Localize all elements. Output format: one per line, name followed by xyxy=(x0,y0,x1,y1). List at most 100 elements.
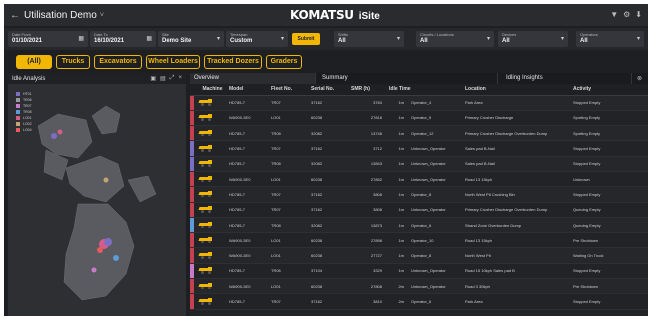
smr-cell: 13873 xyxy=(348,217,386,234)
chevron-down-icon[interactable]: ˅ xyxy=(100,12,104,19)
fleet-cell: TR08 xyxy=(268,125,308,142)
idle-marker[interactable] xyxy=(97,247,103,253)
idle-marker[interactable] xyxy=(57,129,63,135)
model-cell: WA900-3E0 xyxy=(226,247,268,264)
location-cell: North West Pit Crushing Bin xyxy=(462,186,570,203)
column-header[interactable]: Activity xyxy=(570,84,648,96)
category-tabs: (All) Trucks Excavators Wheel Loaders Tr… xyxy=(4,52,648,72)
location-cell: Sales pad B-Nail xyxy=(462,140,570,157)
table-row[interactable]: WA900-3E0 LO01 60238 27852 1m Unknown_Operato… xyxy=(190,171,648,188)
idle-time-cell: 1m xyxy=(386,232,408,249)
idle-time-cell: 1m xyxy=(386,202,408,218)
devices-select[interactable]: Devices All ▾ xyxy=(498,31,568,47)
truck-icon xyxy=(198,221,213,229)
date-to-value: 16/10/2021 xyxy=(94,38,125,44)
smr-cell: 3808 xyxy=(348,202,386,218)
fleet-cell: LO01 xyxy=(268,171,308,188)
tab-all[interactable]: (All) xyxy=(16,55,52,69)
tab-tracked-dozers[interactable]: Tracked Dozers xyxy=(204,55,262,69)
close-icon[interactable]: × xyxy=(178,75,182,82)
legend-swatch xyxy=(16,92,20,96)
shifts-select[interactable]: Shifts All ▾ xyxy=(334,31,404,47)
chevron-down-icon[interactable]: ▾ xyxy=(217,35,220,42)
calendar-icon[interactable]: ▦ xyxy=(78,35,84,42)
date-from-field[interactable]: Date From 01/10/2021 ▦ xyxy=(8,31,88,47)
model-cell: HD785-7 xyxy=(226,202,268,218)
filter-icon[interactable]: ▼ xyxy=(610,10,618,19)
model-cell: HD785-7 xyxy=(226,125,268,142)
arrow-left-icon[interactable]: ← xyxy=(8,10,22,21)
page-title[interactable]: Utilisation Demo xyxy=(24,10,97,21)
tab-wheel-loaders[interactable]: Wheel Loaders xyxy=(146,55,200,69)
activity-cell: Pre Shutdown xyxy=(570,278,648,295)
model-cell: HD785-7 xyxy=(226,95,268,111)
tab-idling-insights[interactable]: Idling Insights xyxy=(502,73,632,84)
chevron-down-icon[interactable]: ▾ xyxy=(561,35,564,42)
layers-icon[interactable]: ▣ xyxy=(150,75,156,82)
gear-icon[interactable]: ⚙ xyxy=(623,10,630,19)
table-row[interactable]: HD785-7 TR07 37162 3810 2m Operator_6 Park Are… xyxy=(190,293,648,310)
column-header[interactable]: SMR (h) xyxy=(348,84,386,96)
idle-marker[interactable] xyxy=(113,255,119,261)
chevron-down-icon[interactable]: ▾ xyxy=(637,35,640,42)
idle-marker[interactable] xyxy=(103,177,109,183)
table-row[interactable]: WA900-3E0 LO01 60238 27727 1m Operator_8 North… xyxy=(190,247,648,264)
timespan-select[interactable]: Timespan Custom ▾ xyxy=(226,31,288,47)
table-row[interactable]: HD785-7 TR07 37162 3808 1m Operator_8 North We… xyxy=(190,186,648,203)
operators-select[interactable]: Operators All ▾ xyxy=(576,31,644,47)
column-header[interactable]: Model xyxy=(226,84,268,96)
idle-marker[interactable] xyxy=(91,267,97,273)
calendar-icon[interactable]: ▦ xyxy=(146,35,152,42)
chevron-down-icon[interactable]: ▾ xyxy=(281,35,284,42)
table-row[interactable]: HD785-7 TR06 37104 3329 1m Unknown_Operator Ro… xyxy=(190,263,648,280)
chevron-down-icon[interactable]: ▾ xyxy=(397,35,400,42)
table-row[interactable]: HD785-7 TR07 37162 3712 1m Unknown_Operator Sa… xyxy=(190,140,648,157)
truck-icon xyxy=(198,282,213,290)
circuits-select[interactable]: Circuits / Locations All ▾ xyxy=(416,31,494,47)
expand-icon[interactable]: ⤢ xyxy=(170,75,175,82)
smr-cell: 27808 xyxy=(348,278,386,295)
table-row[interactable]: HD785-7 TR07 37162 3784 1m Operator_4 Park Are… xyxy=(190,95,648,111)
serial-cell: 32082 xyxy=(308,217,348,234)
machine-cell xyxy=(196,278,226,295)
chevron-down-icon[interactable]: ▾ xyxy=(487,35,490,42)
close-icon[interactable]: ⊗ xyxy=(637,75,642,82)
truck-icon xyxy=(198,236,213,244)
tab-summary[interactable]: Summary xyxy=(318,73,498,84)
column-header[interactable]: Location xyxy=(462,84,570,96)
idle-marker[interactable] xyxy=(104,238,112,246)
column-header[interactable]: Fleet No. xyxy=(268,84,308,96)
serial-cell: 60238 xyxy=(308,110,348,127)
table-row[interactable]: HD785-7 TR08 32082 13873 1m Operator_6 Strand … xyxy=(190,217,648,234)
devices-value: All xyxy=(502,38,510,44)
submit-button[interactable]: Submit xyxy=(292,33,320,45)
idle-marker[interactable] xyxy=(51,133,57,139)
table-row[interactable]: HD785-7 TR08 32082 13746 1m Operator_12 Primar… xyxy=(190,125,648,142)
serial-cell: 37162 xyxy=(308,186,348,203)
site-map[interactable] xyxy=(8,84,186,316)
tab-graders[interactable]: Graders xyxy=(266,55,302,69)
tab-excavators[interactable]: Excavators xyxy=(94,55,142,69)
truck-icon xyxy=(198,252,213,259)
model-cell: HD785-7 xyxy=(226,263,268,280)
column-header[interactable]: Serial No. xyxy=(308,84,348,96)
date-to-field[interactable]: Date To 16/10/2021 ▦ xyxy=(90,31,156,47)
table-row[interactable]: HD785-7 TR08 32082 13843 1m Unknown_Operator S… xyxy=(190,156,648,172)
tab-trucks[interactable]: Trucks xyxy=(56,55,90,69)
table-row[interactable]: WA900-3E0 LO01 60238 27808 2m Unknown_Operato… xyxy=(190,278,648,295)
download-icon[interactable]: ⬇ xyxy=(635,10,642,19)
column-header[interactable]: Machine xyxy=(196,84,226,96)
site-select[interactable]: Site Demo Site ▾ xyxy=(158,31,224,47)
table-row[interactable]: WA900-3E0 LO01 60238 27818 1m Operator_9 Prima… xyxy=(190,110,648,127)
print-icon[interactable]: ▤ xyxy=(160,75,166,82)
activity-cell: Stopped Empty xyxy=(570,263,648,280)
smr-cell: 3784 xyxy=(348,95,386,111)
table-row[interactable]: WA900-3E0 LO01 60238 27898 1m Operator_10 Road… xyxy=(190,232,648,249)
brand-name: KOMATSU xyxy=(290,8,354,22)
machine-cell xyxy=(196,232,226,249)
column-header[interactable]: Idle Time xyxy=(386,84,462,96)
truck-icon xyxy=(198,114,213,121)
tab-overview[interactable]: Overview xyxy=(190,73,316,84)
table-row[interactable]: HD785-7 TR07 37162 3808 1m Unknown_Operator Pr… xyxy=(190,202,648,218)
idle-analysis-title: Idle Analysis xyxy=(12,75,46,82)
